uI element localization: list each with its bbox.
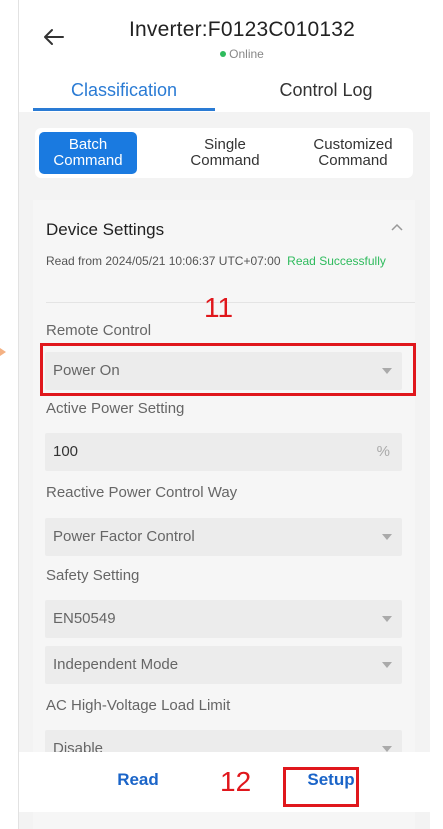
percent-unit: % bbox=[376, 443, 390, 460]
read-button[interactable]: Read bbox=[93, 770, 183, 790]
safety-setting-value: EN50549 bbox=[53, 610, 116, 627]
single-command-button[interactable]: Single Command bbox=[175, 132, 275, 174]
section-title: Device Settings bbox=[46, 220, 165, 239]
batch-command-button[interactable]: Batch Command bbox=[39, 132, 137, 174]
dropdown-caret-icon bbox=[382, 662, 392, 668]
pointer-arrow-icon bbox=[0, 340, 8, 364]
safety-setting-label: Safety Setting bbox=[46, 567, 140, 584]
step-11-label: 11 bbox=[204, 292, 234, 323]
setup-highlight bbox=[283, 767, 359, 807]
safety-setting-select[interactable]: EN50549 bbox=[45, 600, 402, 638]
active-power-label: Active Power Setting bbox=[46, 400, 185, 417]
online-status: Online bbox=[19, 47, 431, 61]
mode-select[interactable]: Independent Mode bbox=[45, 646, 402, 684]
command-type-selector: Batch Command Single Command Customized … bbox=[35, 128, 413, 178]
tab-classification[interactable]: Classification bbox=[29, 80, 219, 101]
active-tab-indicator bbox=[33, 108, 215, 111]
chevron-up-icon[interactable] bbox=[389, 220, 405, 236]
header: Inverter:F0123C010132 Online Classificat… bbox=[19, 0, 431, 112]
status-dot-icon bbox=[220, 50, 227, 57]
remote-control-highlight bbox=[40, 343, 416, 396]
reactive-power-select[interactable]: Power Factor Control bbox=[45, 518, 402, 556]
read-timestamp: Read from 2024/05/21 10:06:37 UTC+07:00 … bbox=[46, 248, 396, 275]
active-power-input[interactable]: 100 % bbox=[45, 433, 402, 471]
tab-bar: Classification Control Log bbox=[19, 72, 431, 112]
remote-control-label: Remote Control bbox=[46, 322, 152, 339]
active-power-value: 100 bbox=[53, 443, 79, 460]
read-info-text: Read from 2024/05/21 10:06:37 UTC+07:00 bbox=[46, 254, 281, 268]
customized-command-button[interactable]: Customized Command bbox=[297, 132, 409, 174]
mode-value: Independent Mode bbox=[53, 656, 179, 673]
dropdown-caret-icon bbox=[382, 534, 392, 540]
status-text: Online bbox=[229, 47, 264, 61]
dropdown-caret-icon bbox=[382, 616, 392, 622]
read-status-text: Read Successfully bbox=[287, 254, 386, 268]
page-title: Inverter:F0123C010132 bbox=[128, 18, 355, 41]
app-screen: Inverter:F0123C010132 Online Classificat… bbox=[18, 0, 431, 829]
reactive-power-label: Reactive Power Control Way bbox=[46, 484, 238, 501]
ac-high-voltage-label: AC High-Voltage Load Limit bbox=[46, 697, 231, 714]
step-12-label: 12 bbox=[220, 766, 252, 797]
reactive-power-value: Power Factor Control bbox=[53, 528, 195, 545]
tab-control-log[interactable]: Control Log bbox=[231, 80, 421, 101]
